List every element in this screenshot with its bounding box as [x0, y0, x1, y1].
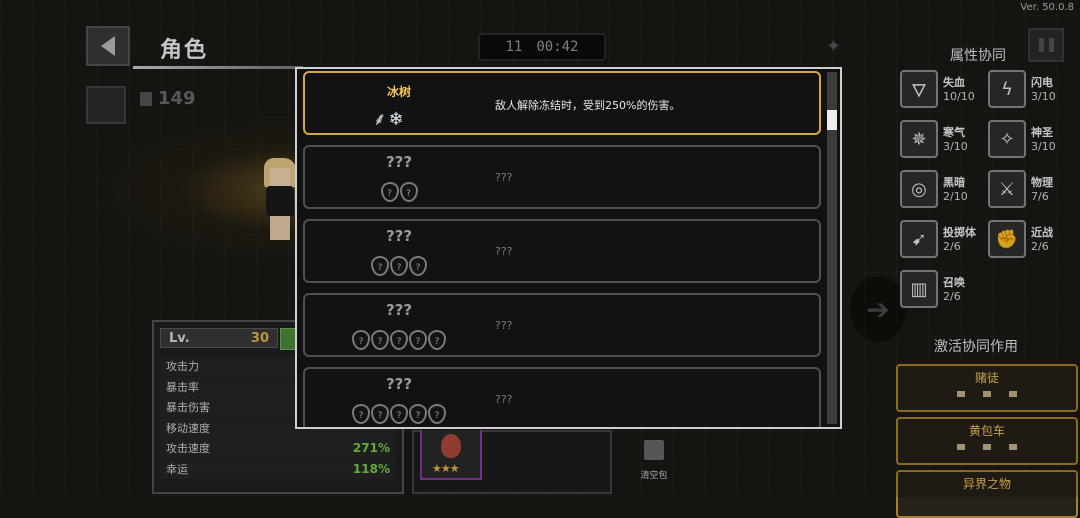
ice-tree-icon: ⸙❄	[373, 109, 406, 130]
scrollbar-thumb[interactable]	[827, 110, 837, 130]
unknown-element-icon: ?	[409, 330, 427, 350]
unknown-element-icon: ?	[428, 404, 446, 424]
synergy-row[interactable]: 冰树 ⸙❄ 敌人解除冻结时，受到250%的伤害。	[303, 71, 821, 135]
unknown-element-icon: ?	[352, 330, 370, 350]
unknown-element-icon: ?	[352, 404, 370, 424]
unknown-element-icon: ?	[390, 256, 408, 276]
unknown-element-icon: ?	[371, 404, 389, 424]
synergy-detail-modal: 冰树 ⸙❄ 敌人解除冻结时，受到250%的伤害。 ??? ?? ??? ??? …	[295, 67, 842, 429]
synergy-requirement-icons: ?????	[305, 403, 493, 424]
synergy-row[interactable]: ??? ?? ???	[303, 145, 821, 209]
unknown-element-icon: ?	[380, 182, 399, 202]
synergy-detail-list[interactable]: 冰树 ⸙❄ 敌人解除冻结时，受到250%的伤害。 ??? ?? ??? ??? …	[301, 71, 821, 427]
synergy-row[interactable]: ??? ????? ???	[303, 367, 821, 427]
unknown-element-icon: ?	[390, 404, 408, 424]
modal-scrollbar[interactable]	[827, 72, 837, 424]
unknown-element-icon: ?	[409, 256, 427, 276]
synergy-row[interactable]: ??? ????? ???	[303, 293, 821, 357]
synergy-row[interactable]: ??? ??? ???	[303, 219, 821, 283]
unknown-element-icon: ?	[371, 256, 389, 276]
unknown-element-icon: ?	[399, 182, 418, 202]
synergy-requirement-icons: ??	[305, 181, 493, 202]
unknown-element-icon: ?	[428, 330, 446, 350]
unknown-element-icon: ?	[409, 404, 427, 424]
synergy-requirement-icons: ?????	[305, 329, 493, 350]
unknown-element-icon: ?	[371, 330, 389, 350]
unknown-element-icon: ?	[390, 330, 408, 350]
synergy-requirement-icons: ???	[305, 255, 493, 276]
